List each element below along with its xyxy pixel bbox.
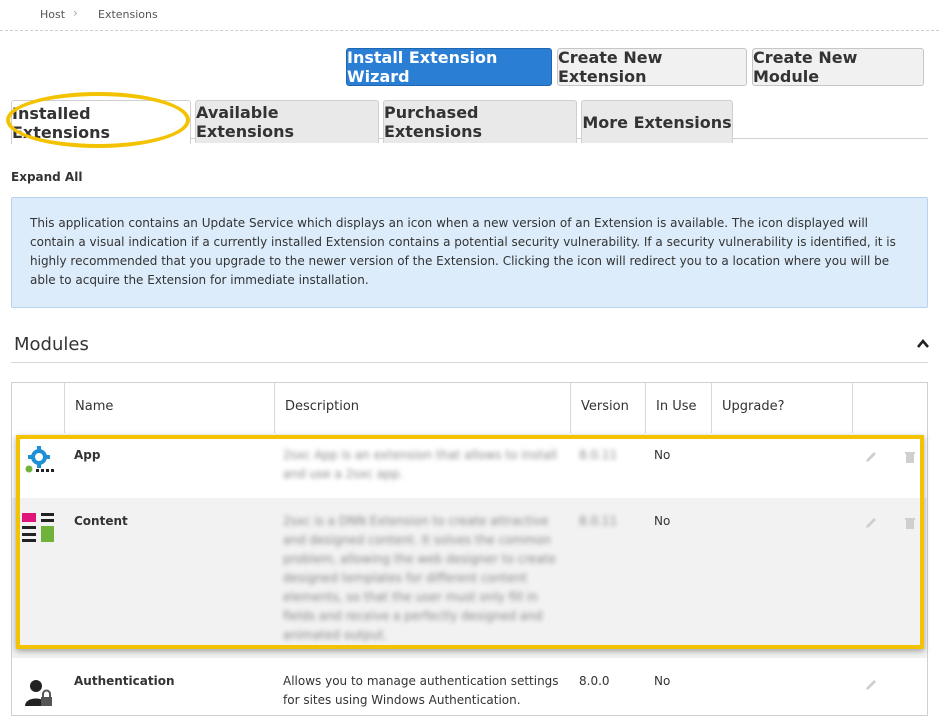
update-service-info-box: This application contains an Update Serv…	[11, 197, 928, 308]
tab-installed-extensions[interactable]: Installed Extensions	[11, 100, 191, 144]
create-new-module-button[interactable]: Create New Module	[752, 48, 924, 86]
install-extension-wizard-button[interactable]: Install Extension Wizard	[346, 48, 552, 86]
edit-pencil-icon[interactable]	[864, 516, 878, 530]
header-name: Name	[65, 383, 275, 433]
section-divider	[11, 362, 928, 363]
module-description-app: 2sxc App is an extension that allows to …	[283, 448, 558, 481]
header-icon-column	[12, 383, 65, 433]
chevron-up-icon[interactable]	[917, 338, 929, 350]
tab-more-extensions[interactable]: More Extensions	[581, 100, 733, 143]
module-description-authentication: Allows you to manage authentication sett…	[283, 674, 559, 707]
modules-table: Name Description Version In Use Upgrade?…	[11, 382, 928, 716]
module-version-content: 8.0.11	[579, 514, 618, 528]
tab-available-extensions[interactable]: Available Extensions	[195, 100, 379, 143]
table-row: Authentication Allows you to manage auth…	[12, 658, 927, 715]
header-version: Version	[571, 383, 646, 433]
tab-purchased-extensions[interactable]: Purchased Extensions	[383, 100, 577, 143]
delete-trash-icon[interactable]	[903, 450, 917, 464]
module-name-content: Content	[74, 514, 128, 528]
expand-all-link[interactable]: Expand All	[11, 170, 82, 184]
table-row: App 2sxc App is an extension that allows…	[12, 433, 927, 498]
header-description: Description	[275, 383, 571, 433]
breadcrumb-extensions: Extensions	[98, 8, 158, 21]
content-blocks-icon	[22, 513, 54, 542]
edit-pencil-icon[interactable]	[864, 450, 878, 464]
user-lock-icon	[25, 680, 52, 706]
module-in-use-content: No	[654, 514, 671, 528]
create-new-extension-button[interactable]: Create New Extension	[557, 48, 747, 86]
delete-trash-icon[interactable]	[903, 516, 917, 530]
header-actions	[853, 383, 927, 433]
app-gear-icon	[25, 446, 54, 473]
header-upgrade: Upgrade?	[712, 383, 853, 433]
table-header: Name Description Version In Use Upgrade?	[12, 383, 927, 434]
edit-pencil-icon[interactable]	[864, 678, 878, 692]
header-in-use: In Use	[646, 383, 712, 433]
breadcrumb: Host › Extensions	[0, 0, 939, 31]
module-name-authentication: Authentication	[74, 674, 175, 688]
section-title-modules: Modules	[14, 334, 89, 355]
module-description-content: 2sxc is a DNN Extension to create attrac…	[283, 514, 556, 642]
info-text: This application contains an Update Serv…	[30, 216, 896, 287]
module-version-app: 8.0.11	[579, 448, 618, 462]
module-in-use-authentication: No	[654, 674, 671, 688]
table-row: Content 2sxc is a DNN Extension to creat…	[12, 498, 927, 658]
breadcrumb-host[interactable]: Host	[40, 8, 65, 21]
module-version-authentication: 8.0.0	[579, 674, 610, 688]
module-in-use-app: No	[654, 448, 671, 462]
breadcrumb-separator-icon: ›	[73, 6, 78, 20]
module-name-app: App	[74, 448, 101, 462]
